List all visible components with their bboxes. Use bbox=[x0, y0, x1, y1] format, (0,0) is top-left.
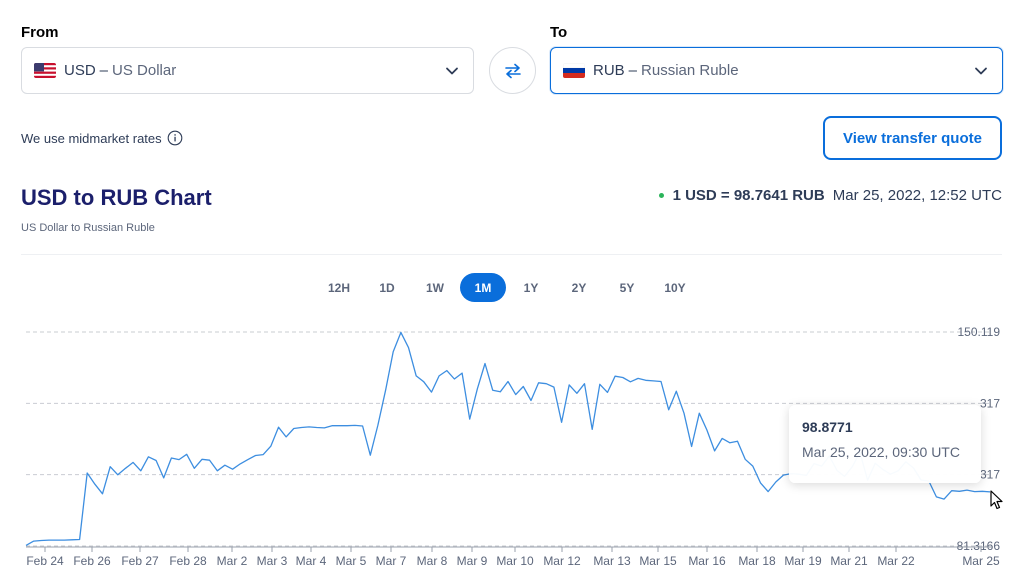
to-label: To bbox=[550, 24, 568, 41]
view-transfer-quote-button[interactable]: View transfer quote bbox=[823, 116, 1002, 160]
tab-1y[interactable]: 1Y bbox=[508, 273, 554, 302]
ru-flag-icon bbox=[563, 63, 585, 78]
tab-5y[interactable]: 5Y bbox=[604, 273, 650, 302]
us-flag-icon bbox=[34, 63, 56, 78]
to-currency-name: Russian Ruble bbox=[641, 62, 739, 79]
to-currency-code: RUB bbox=[593, 62, 625, 79]
x-tick-label: Mar 8 bbox=[417, 554, 448, 568]
y-tick-label: 317 bbox=[980, 468, 1000, 482]
rate-timestamp: Mar 25, 2022, 12:52 UTC bbox=[832, 187, 1002, 204]
x-tick-label: Mar 10 bbox=[496, 554, 534, 568]
chart-tooltip: 98.8771 Mar 25, 2022, 09:30 UTC bbox=[789, 405, 981, 483]
x-tick-label: Mar 9 bbox=[457, 554, 488, 568]
chevron-down-icon bbox=[975, 67, 987, 75]
period-tabs: 12H 1D 1W 1M 1Y 2Y 5Y 10Y bbox=[316, 273, 700, 302]
tooltip-value: 98.8771 bbox=[802, 419, 853, 435]
x-tick-label: Feb 24 bbox=[26, 554, 64, 568]
x-tick-label: Mar 2 bbox=[217, 554, 248, 568]
x-tick-label: Mar 7 bbox=[376, 554, 407, 568]
from-currency-name: US Dollar bbox=[112, 62, 177, 79]
to-currency-select[interactable]: RUB – Russian Ruble bbox=[550, 47, 1003, 94]
y-tick-label: 81.3166 bbox=[957, 539, 1001, 553]
x-tick-label: Mar 4 bbox=[296, 554, 327, 568]
from-currency-dash: – bbox=[99, 62, 109, 79]
x-tick-label: Feb 28 bbox=[169, 554, 207, 568]
tab-1m[interactable]: 1M bbox=[460, 273, 506, 302]
from-currency-select[interactable]: USD – US Dollar bbox=[21, 47, 474, 94]
swap-arrows-icon bbox=[504, 63, 521, 78]
x-tick-label: Mar 15 bbox=[639, 554, 677, 568]
x-tick-label: Mar 3 bbox=[257, 554, 288, 568]
mouse-pointer-icon bbox=[990, 490, 1003, 510]
x-tick-label: Mar 18 bbox=[738, 554, 776, 568]
x-tick-label: Feb 26 bbox=[73, 554, 111, 568]
rate-value: 1 USD = 98.7641 RUB bbox=[672, 187, 825, 204]
tab-2y[interactable]: 2Y bbox=[556, 273, 602, 302]
chevron-down-icon bbox=[446, 67, 458, 75]
live-status-dot bbox=[658, 193, 664, 198]
x-tick-label: Mar 25 bbox=[962, 554, 1000, 568]
y-tick-label: 317 bbox=[980, 396, 1000, 410]
info-icon[interactable] bbox=[167, 130, 183, 146]
chart-subtitle: US Dollar to Russian Ruble bbox=[21, 222, 155, 234]
y-tick-label: 150.119 bbox=[958, 325, 1001, 339]
divider bbox=[21, 254, 1002, 255]
midmarket-text: We use midmarket rates bbox=[21, 130, 162, 146]
x-tick-label: Mar 5 bbox=[336, 554, 367, 568]
tab-10y[interactable]: 10Y bbox=[652, 273, 698, 302]
x-tick-label: Mar 21 bbox=[830, 554, 868, 568]
midmarket-note: We use midmarket rates bbox=[21, 130, 183, 146]
x-tick-label: Mar 13 bbox=[593, 554, 631, 568]
x-tick-label: Mar 12 bbox=[543, 554, 581, 568]
from-label: From bbox=[21, 24, 59, 41]
x-tick-label: Mar 22 bbox=[877, 554, 915, 568]
live-rate: 1 USD = 98.7641 RUB Mar 25, 2022, 12:52 … bbox=[658, 187, 1002, 204]
x-tick-label: Mar 19 bbox=[784, 554, 822, 568]
from-currency-code: USD bbox=[64, 62, 96, 79]
x-tick-label: Mar 16 bbox=[688, 554, 726, 568]
tab-1d[interactable]: 1D bbox=[364, 273, 410, 302]
tooltip-time: Mar 25, 2022, 09:30 UTC bbox=[802, 444, 960, 460]
swap-currencies-button[interactable] bbox=[489, 47, 536, 94]
x-tick-label: Feb 27 bbox=[121, 554, 159, 568]
to-currency-dash: – bbox=[628, 62, 638, 79]
tab-12h[interactable]: 12H bbox=[316, 273, 362, 302]
tab-1w[interactable]: 1W bbox=[412, 273, 458, 302]
chart-title: USD to RUB Chart bbox=[21, 185, 212, 210]
